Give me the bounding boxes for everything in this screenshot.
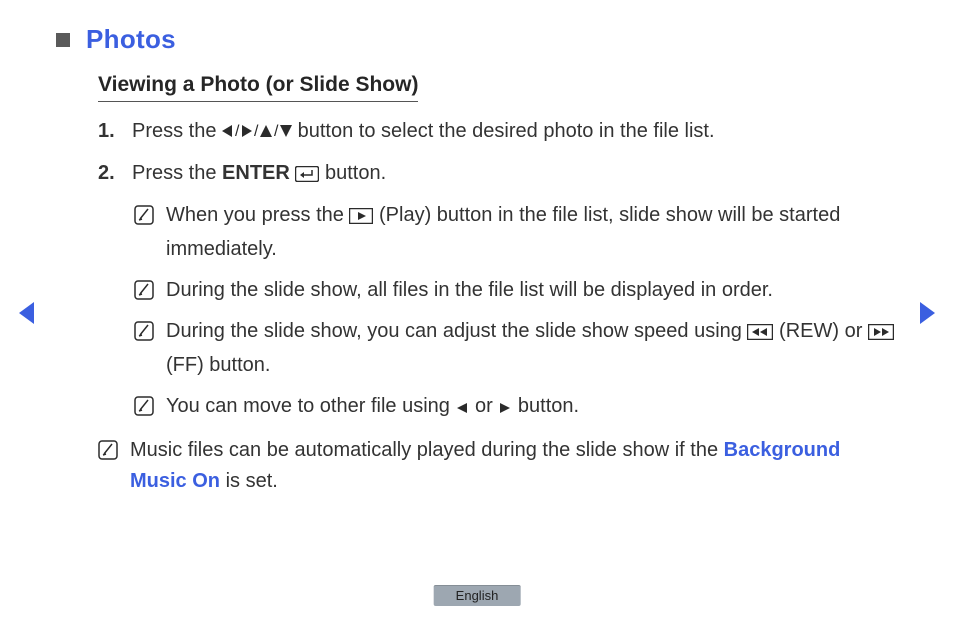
prev-page-arrow[interactable] <box>16 300 36 331</box>
step-text: Press the ENTER button. <box>132 158 386 192</box>
step-1: 1. Press the / / / button to select the … <box>98 116 894 150</box>
play-button-icon <box>349 203 373 234</box>
footer-note: Music files can be automatically played … <box>98 435 894 497</box>
enter-label: ENTER <box>222 162 290 184</box>
svg-text:/: / <box>235 123 240 140</box>
note-item: During the slide show, all files in the … <box>134 275 894 306</box>
rewind-button-icon <box>747 319 773 350</box>
left-arrow-icon <box>455 394 469 425</box>
note-item: When you press the (Play) button in the … <box>134 200 894 265</box>
enter-icon <box>295 161 319 192</box>
section-title: Photos <box>86 24 176 55</box>
note-item: During the slide show, you can adjust th… <box>134 316 894 381</box>
note-icon <box>134 395 154 415</box>
step-text: Press the / / / button to select the des… <box>132 116 715 150</box>
footer-note-text: Music files can be automatically played … <box>130 435 894 497</box>
right-arrow-icon <box>498 394 512 425</box>
note-icon <box>134 204 154 224</box>
manual-page: Photos Viewing a Photo (or Slide Show) 1… <box>0 0 954 624</box>
note-icon <box>134 279 154 299</box>
note-item: You can move to other file using or butt… <box>134 391 894 425</box>
note-text: When you press the (Play) button in the … <box>166 200 894 265</box>
note-text: You can move to other file using or butt… <box>166 391 579 425</box>
fast-forward-button-icon <box>868 319 894 350</box>
note-icon <box>98 439 118 459</box>
language-indicator: English <box>434 585 521 606</box>
dpad-arrows-icon: / / / <box>222 119 292 150</box>
svg-text:/: / <box>254 123 259 140</box>
step-number: 2. <box>98 158 120 192</box>
step-2: 2. Press the ENTER button. <box>98 158 894 192</box>
note-text: During the slide show, all files in the … <box>166 275 773 306</box>
note-text: During the slide show, you can adjust th… <box>166 316 894 381</box>
steps-list: 1. Press the / / / button to select the … <box>98 116 894 192</box>
svg-text:/: / <box>274 123 279 140</box>
note-icon <box>134 320 154 340</box>
notes-block: When you press the (Play) button in the … <box>134 200 894 425</box>
page-subtitle: Viewing a Photo (or Slide Show) <box>98 73 418 102</box>
step-number: 1. <box>98 116 120 150</box>
square-bullet-icon <box>56 33 70 47</box>
section-header: Photos <box>56 24 894 55</box>
next-page-arrow[interactable] <box>918 300 938 331</box>
